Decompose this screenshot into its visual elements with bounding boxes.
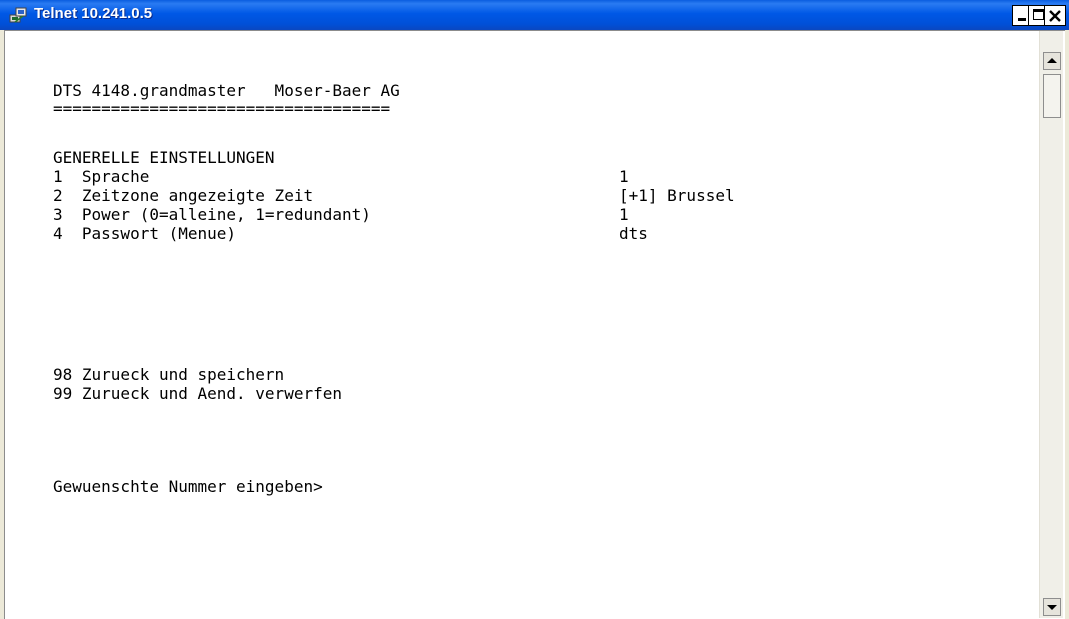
setting-label-zeitzone: 2 Zeitzone angezeigte Zeit bbox=[53, 186, 314, 205]
setting-label-power: 3 Power (0=alleine, 1=redundant) bbox=[53, 205, 371, 224]
input-prompt[interactable]: Gewuenschte Nummer eingeben> bbox=[53, 477, 323, 496]
terminal-screen[interactable]: DTS 4148.grandmaster Moser-Baer AG =====… bbox=[5, 31, 1038, 619]
terminal-client-area[interactable]: DTS 4148.grandmaster Moser-Baer AG =====… bbox=[4, 30, 1065, 619]
section-title: GENERELLE EINSTELLUNGEN bbox=[53, 148, 275, 167]
window-title: Telnet 10.241.0.5 bbox=[34, 5, 153, 22]
setting-label-sprache: 1 Sprache bbox=[53, 167, 150, 186]
menu-option-save-back: 98 Zurueck und speichern bbox=[53, 365, 285, 384]
vertical-scrollbar[interactable] bbox=[1039, 31, 1063, 618]
title-bar[interactable]: Telnet 10.241.0.5 bbox=[0, 0, 1069, 30]
scroll-down-icon[interactable] bbox=[1043, 598, 1061, 616]
scroll-thumb[interactable] bbox=[1043, 74, 1061, 118]
telnet-app-icon[interactable] bbox=[9, 6, 27, 24]
scroll-up-icon[interactable] bbox=[1043, 52, 1061, 70]
menu-option-discard-back: 99 Zurueck und Aend. verwerfen bbox=[53, 384, 342, 403]
device-header: DTS 4148.grandmaster Moser-Baer AG bbox=[53, 81, 400, 100]
setting-value-passwort: dts bbox=[619, 224, 648, 243]
setting-value-sprache: 1 bbox=[619, 167, 629, 186]
header-separator: =================================== bbox=[53, 99, 391, 118]
setting-value-zeitzone: [+1] Brussel bbox=[619, 186, 735, 205]
telnet-window: Telnet 10.241.0.5 DTS 4148.grandmaster M… bbox=[0, 0, 1069, 619]
setting-value-power: 1 bbox=[619, 205, 629, 224]
setting-label-passwort: 4 Passwort (Menue) bbox=[53, 224, 237, 243]
close-icon[interactable] bbox=[1044, 5, 1066, 26]
